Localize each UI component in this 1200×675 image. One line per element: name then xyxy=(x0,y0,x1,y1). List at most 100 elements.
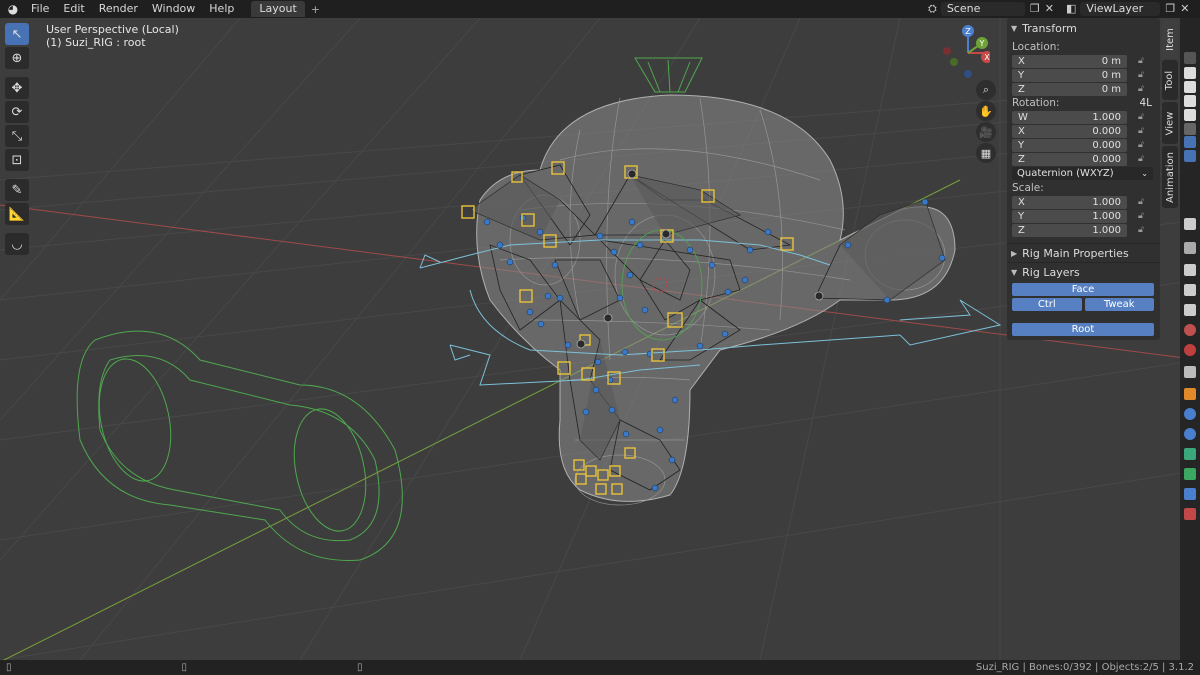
lock-icon[interactable]: 🔓︎ xyxy=(1138,140,1148,150)
rig-main-properties-header[interactable]: ▶ Rig Main Properties xyxy=(1007,245,1160,262)
blender-logo-icon[interactable]: ◕ xyxy=(6,2,20,16)
zoom-view-button[interactable]: ⌕ xyxy=(976,80,996,100)
world-properties-icon[interactable] xyxy=(1184,344,1196,356)
layer-face-button[interactable]: Face xyxy=(1012,283,1154,296)
bone-constraints-icon[interactable] xyxy=(1184,488,1196,500)
scene-name-field[interactable]: Scene xyxy=(940,1,1025,16)
rotation-w-field[interactable]: W 1.000 xyxy=(1012,110,1127,124)
select-box-tool[interactable]: ↖ xyxy=(5,23,29,45)
tab-tool[interactable]: Tool xyxy=(1162,60,1178,100)
bone-properties-icon[interactable] xyxy=(1184,468,1196,480)
menu-render[interactable]: Render xyxy=(92,0,145,18)
camera-visibility-icon[interactable] xyxy=(1184,123,1196,135)
pan-view-button[interactable]: ✋ xyxy=(976,101,996,121)
menu-file[interactable]: File xyxy=(24,0,56,18)
rotation-4l-toggle[interactable]: 4L xyxy=(1139,97,1152,110)
armature-data-icon[interactable] xyxy=(1184,448,1196,460)
lock-icon[interactable]: 🔓︎ xyxy=(1138,112,1148,122)
rotation-x-field[interactable]: X 0.000 xyxy=(1012,124,1127,138)
sidebar-tabs: Item Tool View Animation xyxy=(1162,18,1178,208)
render-properties-icon[interactable] xyxy=(1184,264,1196,276)
location-z-field[interactable]: Z 0 m xyxy=(1012,82,1127,96)
texture-properties-icon[interactable] xyxy=(1184,508,1196,520)
rotation-z-field[interactable]: Z 0.000 xyxy=(1012,152,1127,166)
navigation-gizmo[interactable]: Z Y X xyxy=(930,23,990,88)
gizmo-neg-x-axis[interactable] xyxy=(943,47,951,55)
lock-icon[interactable]: 🔓︎ xyxy=(1138,211,1148,221)
camera-visibility-icon[interactable] xyxy=(1184,109,1196,121)
lock-icon[interactable]: 🔓︎ xyxy=(1138,225,1148,235)
close-view-layer-icon[interactable]: ✕ xyxy=(1180,2,1189,15)
location-x-field[interactable]: X 0 m xyxy=(1012,54,1127,68)
tool-properties-icon[interactable] xyxy=(1184,218,1196,230)
modifier-properties-icon[interactable] xyxy=(1184,408,1196,420)
ortho-toggle-button[interactable]: ▦ xyxy=(976,143,996,163)
measure-tool[interactable]: 📐 xyxy=(5,203,29,225)
move-tool[interactable]: ✥ xyxy=(5,77,29,99)
lock-icon[interactable]: 🔓︎ xyxy=(1138,197,1148,207)
collection-properties-icon[interactable] xyxy=(1184,366,1196,378)
physics-properties-icon[interactable] xyxy=(1184,428,1196,440)
tab-view[interactable]: View xyxy=(1162,102,1178,144)
transform-tool[interactable]: ⊡ xyxy=(5,149,29,171)
scene-selector[interactable]: ⛭ Scene ❐ ✕ xyxy=(928,1,1054,16)
gizmo-neg-z-axis[interactable] xyxy=(964,70,972,78)
scale-y-field[interactable]: Y 1.000 xyxy=(1012,209,1127,223)
tab-animation[interactable]: Animation xyxy=(1162,146,1178,208)
view-layer-name-field[interactable]: ViewLayer xyxy=(1080,1,1161,16)
gizmo-neg-y-axis[interactable] xyxy=(950,58,958,66)
menu-help[interactable]: Help xyxy=(202,0,241,18)
lock-icon[interactable]: 🔓︎ xyxy=(1138,84,1148,94)
view-layer-selector[interactable]: ◧ ViewLayer ❐ ✕ xyxy=(1066,1,1190,16)
lock-icon[interactable]: 🔓︎ xyxy=(1138,56,1148,66)
field-value: 0 m xyxy=(1101,83,1121,95)
layer-tweak-button[interactable]: Tweak xyxy=(1084,298,1154,311)
cursor-tool[interactable]: ⊕ xyxy=(5,47,29,69)
transform-panel-header[interactable]: ▼ Transform xyxy=(1007,20,1160,37)
wrench-icon[interactable] xyxy=(1184,242,1196,254)
rotation-y-field[interactable]: Y 0.000 xyxy=(1012,138,1127,152)
render-layer-icon[interactable] xyxy=(1184,52,1196,64)
rotation-mode-dropdown[interactable]: Quaternion (WXYZ) ⌄ xyxy=(1012,167,1153,180)
rig-layers-header[interactable]: ▼ Rig Layers xyxy=(1007,264,1160,281)
layer-ctrl-button[interactable]: Ctrl xyxy=(1012,298,1082,311)
mouse-left-icon: ▯ xyxy=(6,662,12,673)
layer-root-button[interactable]: Root xyxy=(1012,323,1154,336)
location-y-field[interactable]: Y 0 m xyxy=(1012,68,1127,82)
camera-visibility-icon[interactable] xyxy=(1184,67,1196,79)
field-value: 0.000 xyxy=(1092,139,1121,151)
camera-visibility-icon[interactable] xyxy=(1184,150,1196,162)
menu-window[interactable]: Window xyxy=(145,0,202,18)
close-scene-icon[interactable]: ✕ xyxy=(1045,2,1054,15)
rotation-label: Rotation: xyxy=(1012,97,1060,109)
add-workspace-button[interactable]: + xyxy=(305,3,326,16)
lock-icon[interactable]: 🔓︎ xyxy=(1138,70,1148,80)
annotate-tool[interactable]: ✎ xyxy=(5,179,29,201)
workspace-tab-layout[interactable]: Layout xyxy=(251,1,305,17)
copy-view-layer-icon[interactable]: ❐ xyxy=(1165,2,1175,15)
rotation-label-row: Rotation: 4L xyxy=(1007,97,1160,110)
scale-tool[interactable]: ⤡ xyxy=(5,125,29,147)
tab-item[interactable]: Item xyxy=(1162,20,1178,58)
chevron-right-icon: ▶ xyxy=(1011,249,1018,258)
lock-icon[interactable]: 🔓︎ xyxy=(1138,126,1148,136)
scene-properties-icon[interactable] xyxy=(1184,324,1196,336)
camera-visibility-icon[interactable] xyxy=(1184,81,1196,93)
camera-visibility-icon[interactable] xyxy=(1184,95,1196,107)
view-layer-properties-icon[interactable] xyxy=(1184,304,1196,316)
lock-icon[interactable]: 🔓︎ xyxy=(1138,154,1148,164)
menu-edit[interactable]: Edit xyxy=(56,0,91,18)
object-properties-icon[interactable] xyxy=(1184,388,1196,400)
camera-view-button[interactable]: 🎥 xyxy=(976,122,996,142)
camera-icon: 🎥 xyxy=(979,125,993,139)
scale-x-field[interactable]: X 1.000 xyxy=(1012,195,1127,209)
copy-scene-icon[interactable]: ❐ xyxy=(1030,2,1040,15)
output-properties-icon[interactable] xyxy=(1184,284,1196,296)
gizmo-x-label: X xyxy=(984,53,990,62)
transform-icon: ⊡ xyxy=(11,152,23,168)
rotate-tool[interactable]: ⟳ xyxy=(5,101,29,123)
rig-main-label: Rig Main Properties xyxy=(1022,247,1129,260)
scale-z-field[interactable]: Z 1.000 xyxy=(1012,223,1127,237)
camera-visibility-icon[interactable] xyxy=(1184,136,1196,148)
bone-tool[interactable]: ◡ xyxy=(5,233,29,255)
